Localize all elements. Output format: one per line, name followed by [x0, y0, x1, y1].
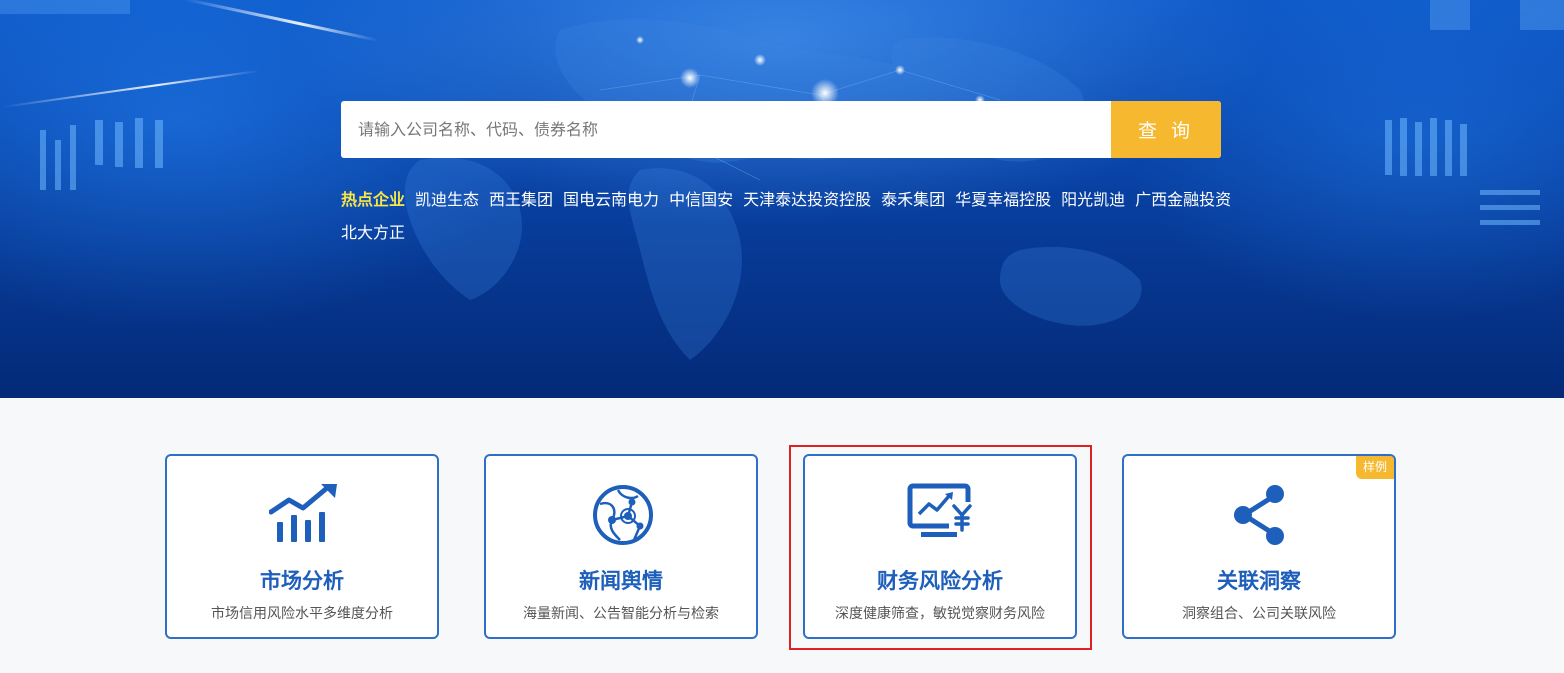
- card-description: 市场信用风险水平多维度分析: [211, 606, 393, 622]
- selection-highlight: [789, 445, 1092, 650]
- hot-companies-label: 热点企业: [341, 190, 406, 209]
- sample-badge: 样例: [1356, 456, 1394, 479]
- hot-company-link[interactable]: 阳光凯迪: [1061, 190, 1125, 209]
- search-input[interactable]: [341, 101, 1111, 158]
- share-icon: [1234, 485, 1284, 545]
- search-box: 查 询: [341, 101, 1221, 158]
- globe-network-icon: [593, 485, 653, 545]
- chart-trend-icon: [269, 484, 337, 542]
- card-relationship-insight[interactable]: 样例 关联洞察 洞察组合、公司关联风险: [1122, 454, 1396, 639]
- card-news-sentiment[interactable]: 新闻舆情 海量新闻、公告智能分析与检索: [484, 454, 758, 639]
- card-description: 海量新闻、公告智能分析与检索: [523, 606, 719, 622]
- card-description: 洞察组合、公司关联风险: [1182, 606, 1336, 622]
- hero-banner: 查 询 热点企业凯迪生态西王集团国电云南电力中信国安天津泰达投资控股泰禾集团华夏…: [0, 0, 1564, 398]
- hot-company-link[interactable]: 北大方正: [341, 223, 405, 242]
- card-market-analysis[interactable]: 市场分析 市场信用风险水平多维度分析: [165, 454, 439, 639]
- hot-company-link[interactable]: 泰禾集团: [881, 190, 945, 209]
- hot-company-link[interactable]: 天津泰达投资控股: [743, 190, 871, 209]
- hot-companies: 热点企业 凯迪生态 西王集团 国电云南电力 中信国安 天津泰达投资控股 泰禾集团 华夏幸福控股…: [341, 183, 1281, 249]
- hot-company-link[interactable]: 华夏幸福控股: [955, 190, 1051, 209]
- hot-company-link[interactable]: 中信国安: [669, 190, 733, 209]
- card-title: 关联洞察: [1217, 569, 1301, 593]
- card-title: 新闻舆情: [579, 569, 663, 593]
- hot-company-link[interactable]: 凯迪生态: [415, 190, 479, 209]
- hot-company-link[interactable]: 西王集团: [489, 190, 553, 209]
- hot-company-link[interactable]: 广西金融投资: [1135, 190, 1231, 209]
- card-title: 市场分析: [260, 569, 344, 593]
- hot-company-link[interactable]: 国电云南电力: [563, 190, 659, 209]
- search-button[interactable]: 查 询: [1111, 101, 1221, 158]
